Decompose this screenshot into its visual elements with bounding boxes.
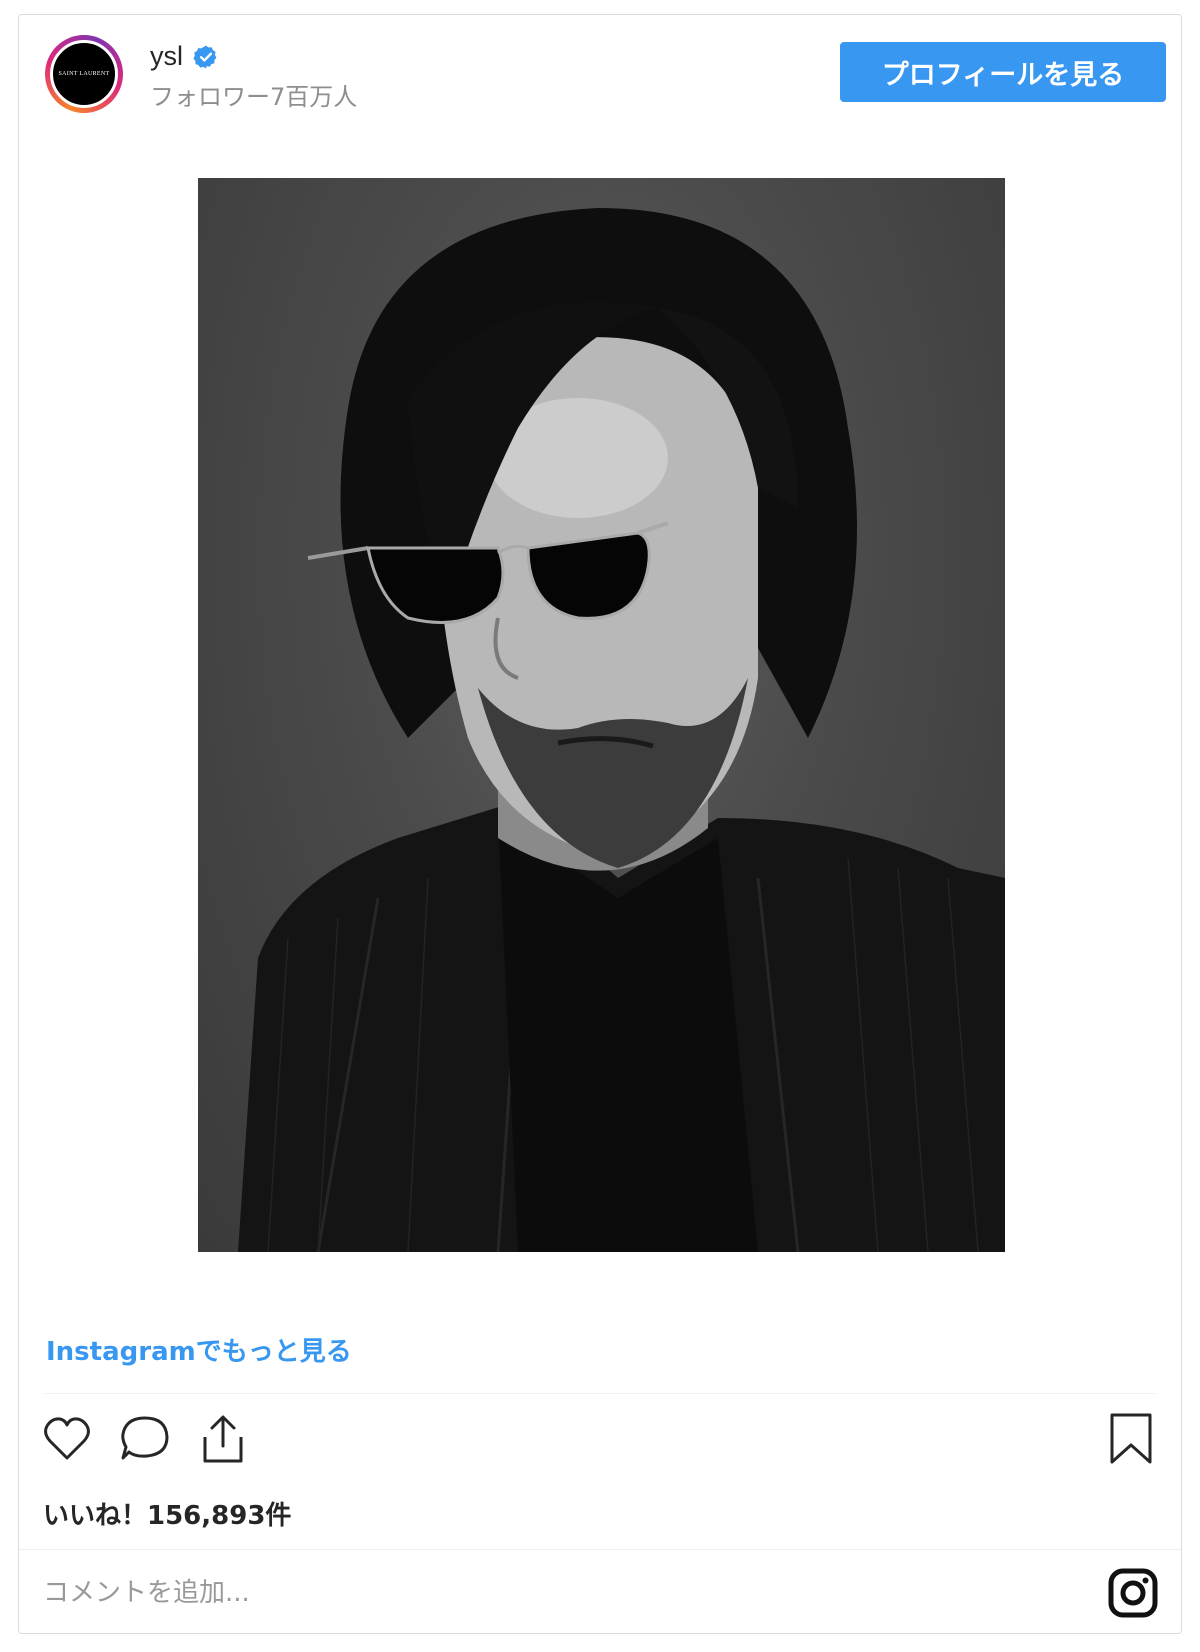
view-profile-button[interactable]: プロフィールを見る [840,42,1166,102]
username[interactable]: ysl [150,41,183,72]
action-bar [39,1411,251,1467]
instagram-logo-icon[interactable] [1107,1567,1159,1619]
portrait-illustration [238,208,1005,1252]
username-row: ysl [150,41,219,72]
avatar[interactable]: SAINT LAURENT [45,35,123,113]
like-button[interactable] [39,1411,95,1467]
comment-button[interactable] [117,1411,173,1467]
save-button[interactable] [1103,1411,1159,1467]
view-more-on-instagram-link[interactable]: Instagramでもっと見る [46,1331,352,1368]
heart-icon [44,1417,90,1460]
instagram-embed-card: SAINT LAURENT ysl フォロワー7百万人 プロフィールを見る In… [18,14,1182,1634]
comment-input[interactable] [41,1567,945,1619]
divider [45,1393,1155,1394]
verified-badge-icon [193,45,217,68]
like-count: いいね！156,893件 [43,1501,292,1531]
bookmark-icon [1110,1413,1152,1464]
comment-bubble-icon [121,1416,169,1460]
share-button[interactable] [195,1411,251,1467]
share-icon [203,1415,243,1463]
follower-count: フォロワー7百万人 [150,83,358,111]
divider [19,1549,1181,1550]
avatar-logo: SAINT LAURENT [58,71,110,77]
avatar-image: SAINT LAURENT [50,40,118,108]
post-photo[interactable] [198,178,1005,1252]
